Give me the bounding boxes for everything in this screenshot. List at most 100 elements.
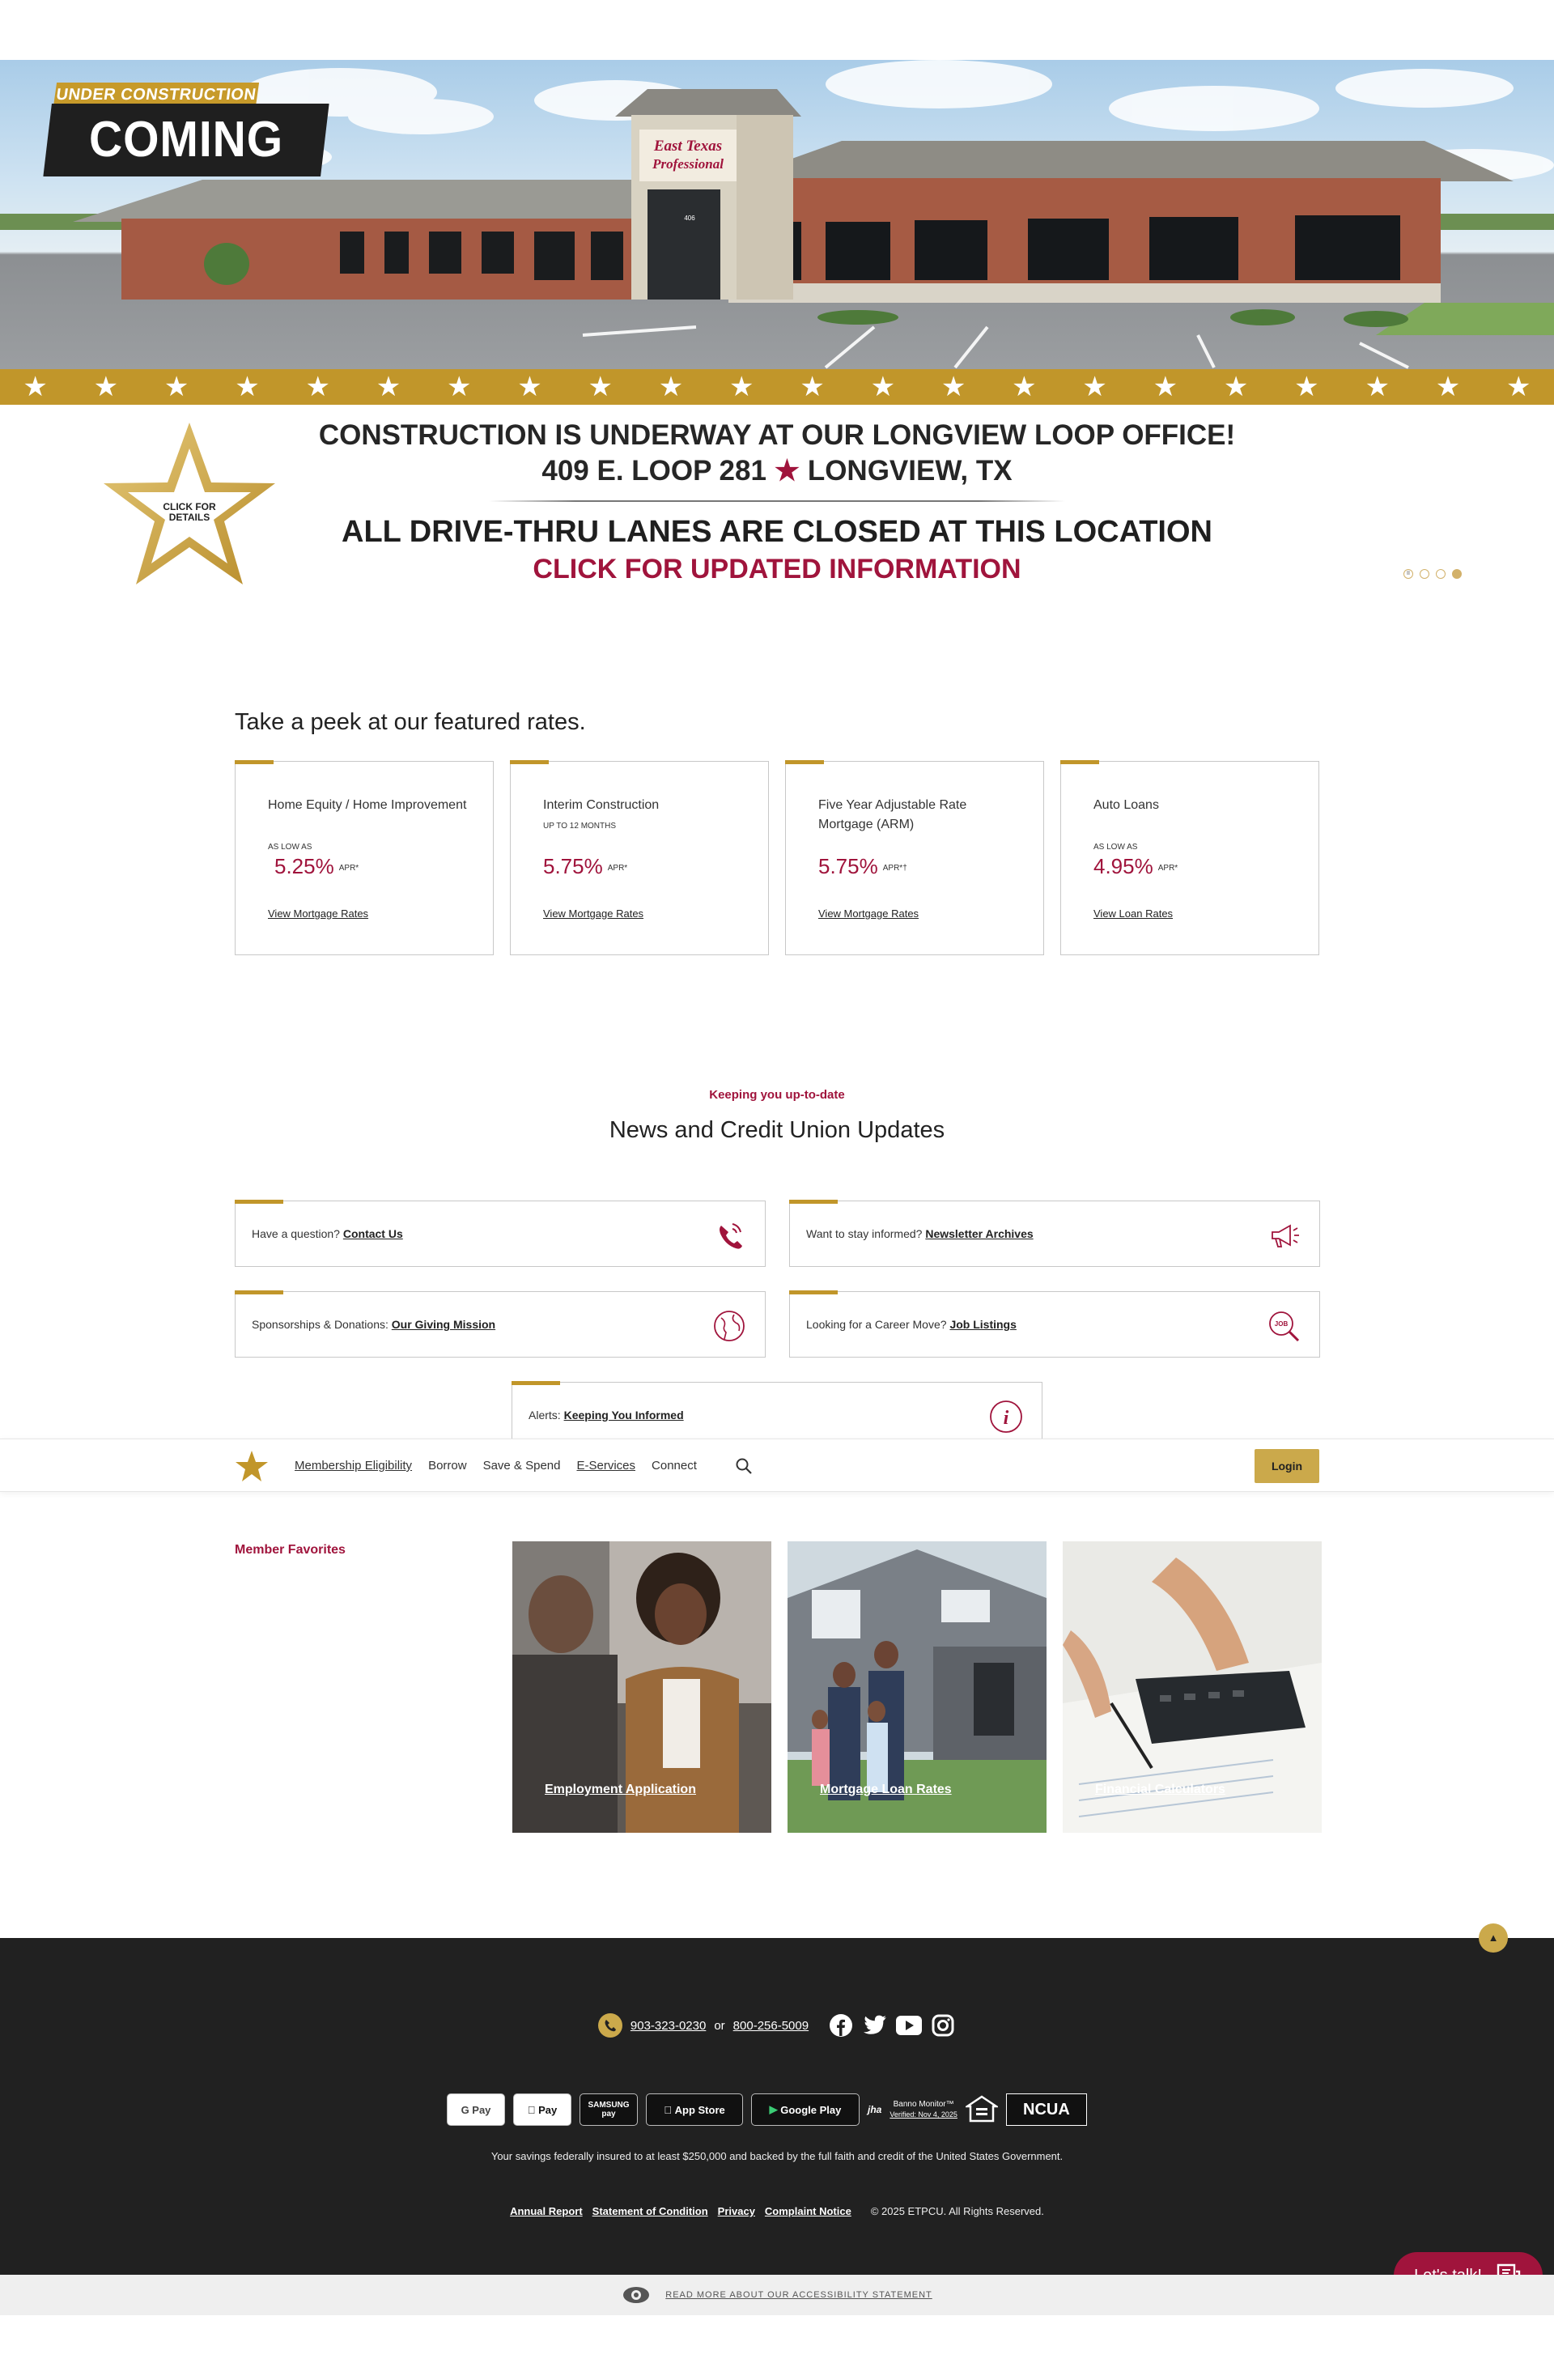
coming-soon-label: COMING SOON xyxy=(43,104,329,176)
news-card-text: Alerts: Keeping You Informed xyxy=(529,1409,684,1422)
equal-housing-icon xyxy=(965,2095,998,2123)
nav-item-connect[interactable]: Connect xyxy=(652,1459,697,1473)
app-store-badge[interactable]:  App Store xyxy=(646,2093,743,2126)
news-card-text: Sponsorships & Donations: Our Giving Mis… xyxy=(252,1318,496,1331)
login-button[interactable]: Login xyxy=(1255,1449,1319,1483)
rate-card-link[interactable]: View Mortgage Rates xyxy=(268,907,368,920)
payment-badges: G Pay  Pay SAMSUNG pay  App Store ▶ Go… xyxy=(447,2093,1087,2126)
twitter-icon[interactable] xyxy=(862,2012,888,2038)
rate-card-link[interactable]: View Mortgage Rates xyxy=(543,907,643,920)
privacy-link[interactable]: Privacy xyxy=(718,2205,755,2217)
job-listings-link[interactable]: Job Listings xyxy=(949,1318,1016,1331)
news-kicker: Keeping you up-to-date xyxy=(709,1088,845,1102)
rate-card-interim-construction: Interim Construction UP TO 12 MONTHS 5.7… xyxy=(510,760,769,955)
rate-card-title: Home Equity / Home Improvement xyxy=(268,798,467,812)
favorite-tile-label[interactable]: Financial Calculators xyxy=(1095,1783,1225,1797)
complaint-notice-link[interactable]: Complaint Notice xyxy=(765,2205,851,2217)
favorite-tile-label[interactable]: Employment Application xyxy=(545,1783,696,1797)
statement-of-condition-link[interactable]: Statement of Condition xyxy=(592,2205,708,2217)
svg-text:JOB: JOB xyxy=(1275,1320,1289,1328)
banno-verified-date: Verified: Nov 4, 2025 xyxy=(890,2110,957,2119)
hero-banner[interactable]: East Texas Professional 406 UNDER CONSTR… xyxy=(0,60,1554,369)
favorite-tile-calculators[interactable]: Financial Calculators xyxy=(1063,1541,1322,1833)
rate-card-value: 4.95% APR* xyxy=(1093,854,1178,878)
building-number: 406 xyxy=(684,215,695,222)
phone-icon xyxy=(597,2013,622,2038)
favorite-tile-label[interactable]: Mortgage Loan Rates xyxy=(820,1783,952,1797)
footer-legal: Annual Report Statement of Condition Pri… xyxy=(0,2205,1554,2217)
rate-card-arm: Five Year Adjustable Rate Mortgage (ARM)… xyxy=(785,760,1044,955)
news-card-giving: Sponsorships & Donations: Our Giving Mis… xyxy=(235,1290,766,1358)
logo-star-icon[interactable] xyxy=(235,1449,269,1483)
banno-monitor-label: Banno Monitor™ xyxy=(893,2100,954,2109)
promo-cta-link[interactable]: CLICK FOR UPDATED INFORMATION xyxy=(308,554,1246,585)
rate-card-title: Auto Loans xyxy=(1093,798,1159,812)
newsletter-archives-link[interactable]: Newsletter Archives xyxy=(925,1227,1033,1240)
nav-item-e-services[interactable]: E-Services xyxy=(576,1459,635,1473)
jha-logo: jha xyxy=(868,2104,882,2115)
youtube-icon[interactable] xyxy=(896,2012,923,2038)
rate-card-value: 5.25% APR* xyxy=(274,854,359,878)
promo-headline: CONSTRUCTION IS UNDERWAY AT OUR LONGVIEW… xyxy=(318,419,1236,451)
rate-card-title: Interim Construction xyxy=(543,798,660,812)
building-sign-line1: East Texas xyxy=(653,138,722,155)
address-street: 409 E. LOOP 281 xyxy=(541,455,766,487)
promo-banner[interactable]: CLICK FOR DETAILS CONSTRUCTION IS UNDERW… xyxy=(0,405,1554,599)
main-navigation: Membership Eligibility Borrow Save & Spe… xyxy=(0,1439,1554,1492)
phone-link-tollfree[interactable]: 800-256-5009 xyxy=(733,2019,809,2033)
back-to-top-button[interactable]: ▲ xyxy=(1479,1923,1508,1953)
favorite-tile-mortgage[interactable]: Mortgage Loan Rates xyxy=(788,1541,1047,1833)
keeping-you-informed-link[interactable]: Keeping You Informed xyxy=(564,1409,684,1422)
rate-card-subtitle: UP TO 12 MONTHS xyxy=(543,822,617,831)
rate-card-link[interactable]: View Mortgage Rates xyxy=(818,907,919,920)
site-footer: 903-323-0230 or 800-256-5009 G Pay  Pay… xyxy=(0,1938,1554,2275)
favorite-tile-employment[interactable]: Employment Application xyxy=(512,1541,771,1833)
news-card-text: Have a question? Contact Us xyxy=(252,1227,403,1240)
google-play-badge[interactable]: ▶ Google Play xyxy=(751,2093,860,2126)
rate-card-title: Five Year Adjustable Rate Mortgage (ARM) xyxy=(818,798,967,831)
carousel-dot-2[interactable] xyxy=(1436,569,1446,579)
rates-title: Take a peek at our featured rates. xyxy=(235,709,586,735)
carousel-dot-3[interactable] xyxy=(1452,569,1462,579)
apple-pay-badge:  Pay xyxy=(513,2093,571,2126)
footer-contact: 903-323-0230 or 800-256-5009 xyxy=(0,2012,1554,2038)
play-icon: ▶ xyxy=(769,2103,778,2115)
phone-icon xyxy=(720,1223,742,1249)
insured-statement: Your savings federally insured to at lea… xyxy=(490,2150,1064,2162)
news-card-newsletter: Want to stay informed? Newsletter Archiv… xyxy=(789,1200,1320,1267)
rate-card-value: 5.75% APR* xyxy=(543,854,628,878)
contact-us-link[interactable]: Contact Us xyxy=(343,1227,403,1240)
search-icon[interactable] xyxy=(735,1457,753,1475)
instagram-icon[interactable] xyxy=(930,2012,956,2038)
news-card-contact: Have a question? Contact Us xyxy=(235,1200,766,1267)
banno-monitor-badge[interactable]: Banno Monitor™ Verified: Nov 4, 2025 xyxy=(890,2100,957,2119)
under-construction-label: UNDER CONSTRUCTION xyxy=(53,83,260,107)
rate-card-value: 5.75% APR*† xyxy=(818,854,907,878)
carousel-dot-1[interactable] xyxy=(1420,569,1429,579)
svg-text:i: i xyxy=(1004,1408,1009,1429)
samsung-pay-badge: SAMSUNG pay xyxy=(580,2093,638,2126)
copyright: © 2025 ETPCU. All Rights Reserved. xyxy=(870,2205,1044,2217)
address-city: LONGVIEW, TX xyxy=(807,455,1013,487)
carousel-pause-button[interactable]: II xyxy=(1403,569,1413,579)
megaphone-icon xyxy=(1272,1224,1299,1247)
news-title: News and Credit Union Updates xyxy=(609,1117,945,1143)
google-pay-badge: G Pay xyxy=(447,2093,505,2126)
rate-card-link[interactable]: View Loan Rates xyxy=(1093,907,1173,920)
annual-report-link[interactable]: Annual Report xyxy=(510,2205,583,2217)
info-icon: i xyxy=(990,1400,1022,1433)
ncua-badge: NCUA xyxy=(1005,2093,1087,2126)
promo-divider xyxy=(489,500,1065,502)
giving-mission-link[interactable]: Our Giving Mission xyxy=(392,1318,495,1331)
star-band: ★ ★ ★ ★ ★ ★ ★ ★ ★ ★ ★ ★ ★ ★ ★ ★ ★ ★ ★ ★ ★ ★ xyxy=(0,369,1554,405)
nav-item-borrow[interactable]: Borrow xyxy=(428,1459,467,1473)
nav-item-save-spend[interactable]: Save & Spend xyxy=(483,1459,561,1473)
facebook-icon[interactable] xyxy=(828,2012,854,2038)
accessibility-statement-link[interactable]: READ MORE ABOUT OUR ACCESSIBILITY STATEM… xyxy=(665,2290,932,2300)
news-card-careers: Looking for a Career Move? Job Listings … xyxy=(789,1290,1320,1358)
news-card-text: Want to stay informed? Newsletter Archiv… xyxy=(806,1227,1034,1240)
rate-card-subtitle: AS LOW AS xyxy=(1093,843,1138,852)
phone-link-local[interactable]: 903-323-0230 xyxy=(631,2019,706,2033)
accessibility-bar: READ MORE ABOUT OUR ACCESSIBILITY STATEM… xyxy=(0,2275,1554,2315)
nav-item-membership-eligibility[interactable]: Membership Eligibility xyxy=(295,1459,412,1473)
